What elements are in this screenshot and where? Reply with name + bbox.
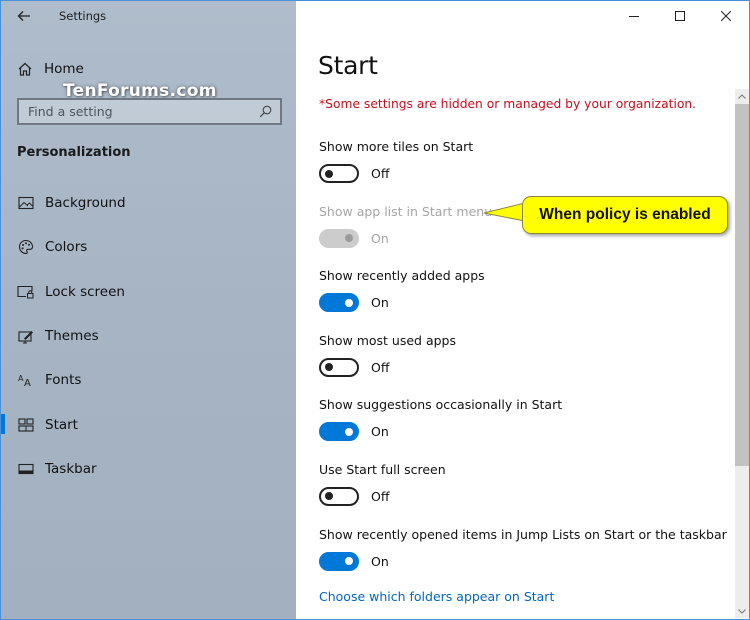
- toggle-state-label: On: [371, 553, 389, 569]
- setting-label: Show recently added apps: [319, 268, 485, 284]
- toggle-knob: [345, 298, 353, 307]
- toggle-knob: [345, 557, 353, 566]
- sidebar-item-label: Background: [45, 195, 126, 212]
- taskbar-icon: [17, 460, 34, 477]
- policy-callout: When policy is enabled: [522, 196, 728, 234]
- setting-item: Use Start full screen Off: [319, 460, 729, 525]
- sidebar: Settings Home TenForums.com Personalizat…: [1, 1, 296, 619]
- toggle-knob: [345, 234, 353, 243]
- home-label: Home: [44, 61, 84, 77]
- sidebar-item-themes[interactable]: Themes: [1, 314, 296, 358]
- setting-item: Show most used apps Off: [319, 331, 729, 396]
- toggle-knob: [325, 363, 333, 372]
- sidebar-item-label: Start: [45, 416, 78, 433]
- sidebar-item-home[interactable]: Home: [17, 58, 84, 80]
- toggle-state-label: On: [371, 295, 389, 311]
- scroll-thumb[interactable]: [735, 104, 749, 466]
- back-button[interactable]: [11, 5, 37, 27]
- close-icon: [721, 11, 731, 21]
- sidebar-item-label: Themes: [45, 328, 99, 345]
- section-title: Personalization: [17, 145, 131, 160]
- back-arrow-icon: [17, 11, 30, 21]
- search-input[interactable]: [19, 104, 254, 119]
- toggle-switch[interactable]: [319, 486, 359, 506]
- setting-item: Show recently added apps On: [319, 266, 729, 331]
- scroll-up-button[interactable]: [735, 89, 749, 103]
- policy-notice: *Some settings are hidden or managed by …: [319, 97, 697, 111]
- setting-label: Show recently opened items in Jump Lists…: [319, 526, 727, 542]
- app-title: Settings: [59, 9, 107, 23]
- setting-label: Show suggestions occasionally in Start: [319, 397, 563, 413]
- search-box[interactable]: [17, 98, 282, 125]
- setting-label: Show more tiles on Start: [319, 139, 474, 154]
- toggle-switch[interactable]: [319, 422, 359, 442]
- toggle-knob: [325, 169, 333, 178]
- setting-label: Use Start full screen: [319, 461, 446, 477]
- setting-item: Show suggestions occasionally in Start On: [319, 395, 729, 460]
- minimize-icon: [629, 16, 639, 17]
- minimize-button[interactable]: [611, 1, 657, 31]
- sidebar-item-label: Lock screen: [45, 283, 125, 300]
- svg-text:A: A: [24, 378, 31, 387]
- sidebar-item-taskbar[interactable]: Taskbar: [1, 447, 296, 491]
- sidebar-item-label: Fonts: [45, 372, 82, 389]
- toggle-switch[interactable]: [319, 293, 359, 313]
- themes-icon: [17, 328, 34, 345]
- toggle-switch-row[interactable]: Off: [319, 164, 389, 183]
- fonts-icon: AA: [17, 372, 34, 389]
- scroll-down-button[interactable]: [735, 604, 749, 618]
- maximize-button[interactable]: [657, 1, 703, 31]
- toggle-switch-row: On: [319, 228, 389, 248]
- sidebar-item-fonts[interactable]: AA Fonts: [1, 358, 296, 402]
- setting-label: Show most used apps: [319, 332, 456, 348]
- sidebar-item-colors[interactable]: Colors: [1, 225, 296, 269]
- page-title: Start: [318, 51, 378, 80]
- toggle-switch[interactable]: [319, 164, 359, 183]
- chevron-down-icon: [738, 608, 746, 614]
- choose-folders-link[interactable]: Choose which folders appear on Start: [319, 589, 554, 604]
- setting-item: Show more tiles on Start Off: [319, 137, 729, 202]
- nav-list: Background Colors Lock screen Themes A A…: [1, 181, 296, 491]
- toggle-state-label: On: [371, 230, 389, 246]
- sidebar-item-start[interactable]: Start: [1, 402, 296, 446]
- setting-label: Show app list in Start menu: [319, 203, 493, 219]
- active-indicator: [1, 414, 5, 435]
- toggle-switch-row[interactable]: Off: [319, 486, 390, 506]
- lock-screen-icon: [17, 283, 34, 300]
- title-bar: Settings: [1, 1, 296, 33]
- setting-item: Show recently opened items in Jump Lists…: [319, 525, 729, 590]
- toggle-switch: [319, 228, 359, 248]
- maximize-icon: [675, 11, 685, 21]
- sidebar-item-label: Colors: [45, 239, 88, 256]
- vertical-scrollbar[interactable]: [735, 89, 749, 618]
- toggle-switch[interactable]: [319, 357, 359, 377]
- search-icon[interactable]: [254, 101, 276, 123]
- palette-icon: [17, 239, 34, 256]
- toggle-state-label: Off: [371, 166, 390, 181]
- sidebar-item-background[interactable]: Background: [1, 181, 296, 225]
- sidebar-item-lock-screen[interactable]: Lock screen: [1, 270, 296, 314]
- toggle-switch-row[interactable]: On: [319, 293, 389, 313]
- chevron-up-icon: [738, 93, 746, 99]
- caption-buttons: [611, 1, 749, 31]
- toggle-switch-row[interactable]: Off: [319, 357, 390, 377]
- settings-window: Settings Home TenForums.com Personalizat…: [0, 0, 750, 620]
- toggle-state-label: Off: [371, 359, 390, 375]
- main-content: Start *Some settings are hidden or manag…: [297, 1, 749, 619]
- toggle-knob: [345, 427, 353, 436]
- toggle-switch-row[interactable]: On: [319, 551, 389, 571]
- toggle-state-label: Off: [371, 488, 390, 504]
- toggle-knob: [325, 492, 333, 501]
- toggle-switch[interactable]: [319, 551, 359, 571]
- start-icon: [17, 416, 34, 433]
- toggle-switch-row[interactable]: On: [319, 422, 389, 442]
- sidebar-item-label: Taskbar: [45, 460, 97, 477]
- picture-icon: [17, 195, 34, 212]
- home-icon: [18, 62, 32, 76]
- toggle-state-label: On: [371, 424, 389, 440]
- close-button[interactable]: [703, 1, 749, 31]
